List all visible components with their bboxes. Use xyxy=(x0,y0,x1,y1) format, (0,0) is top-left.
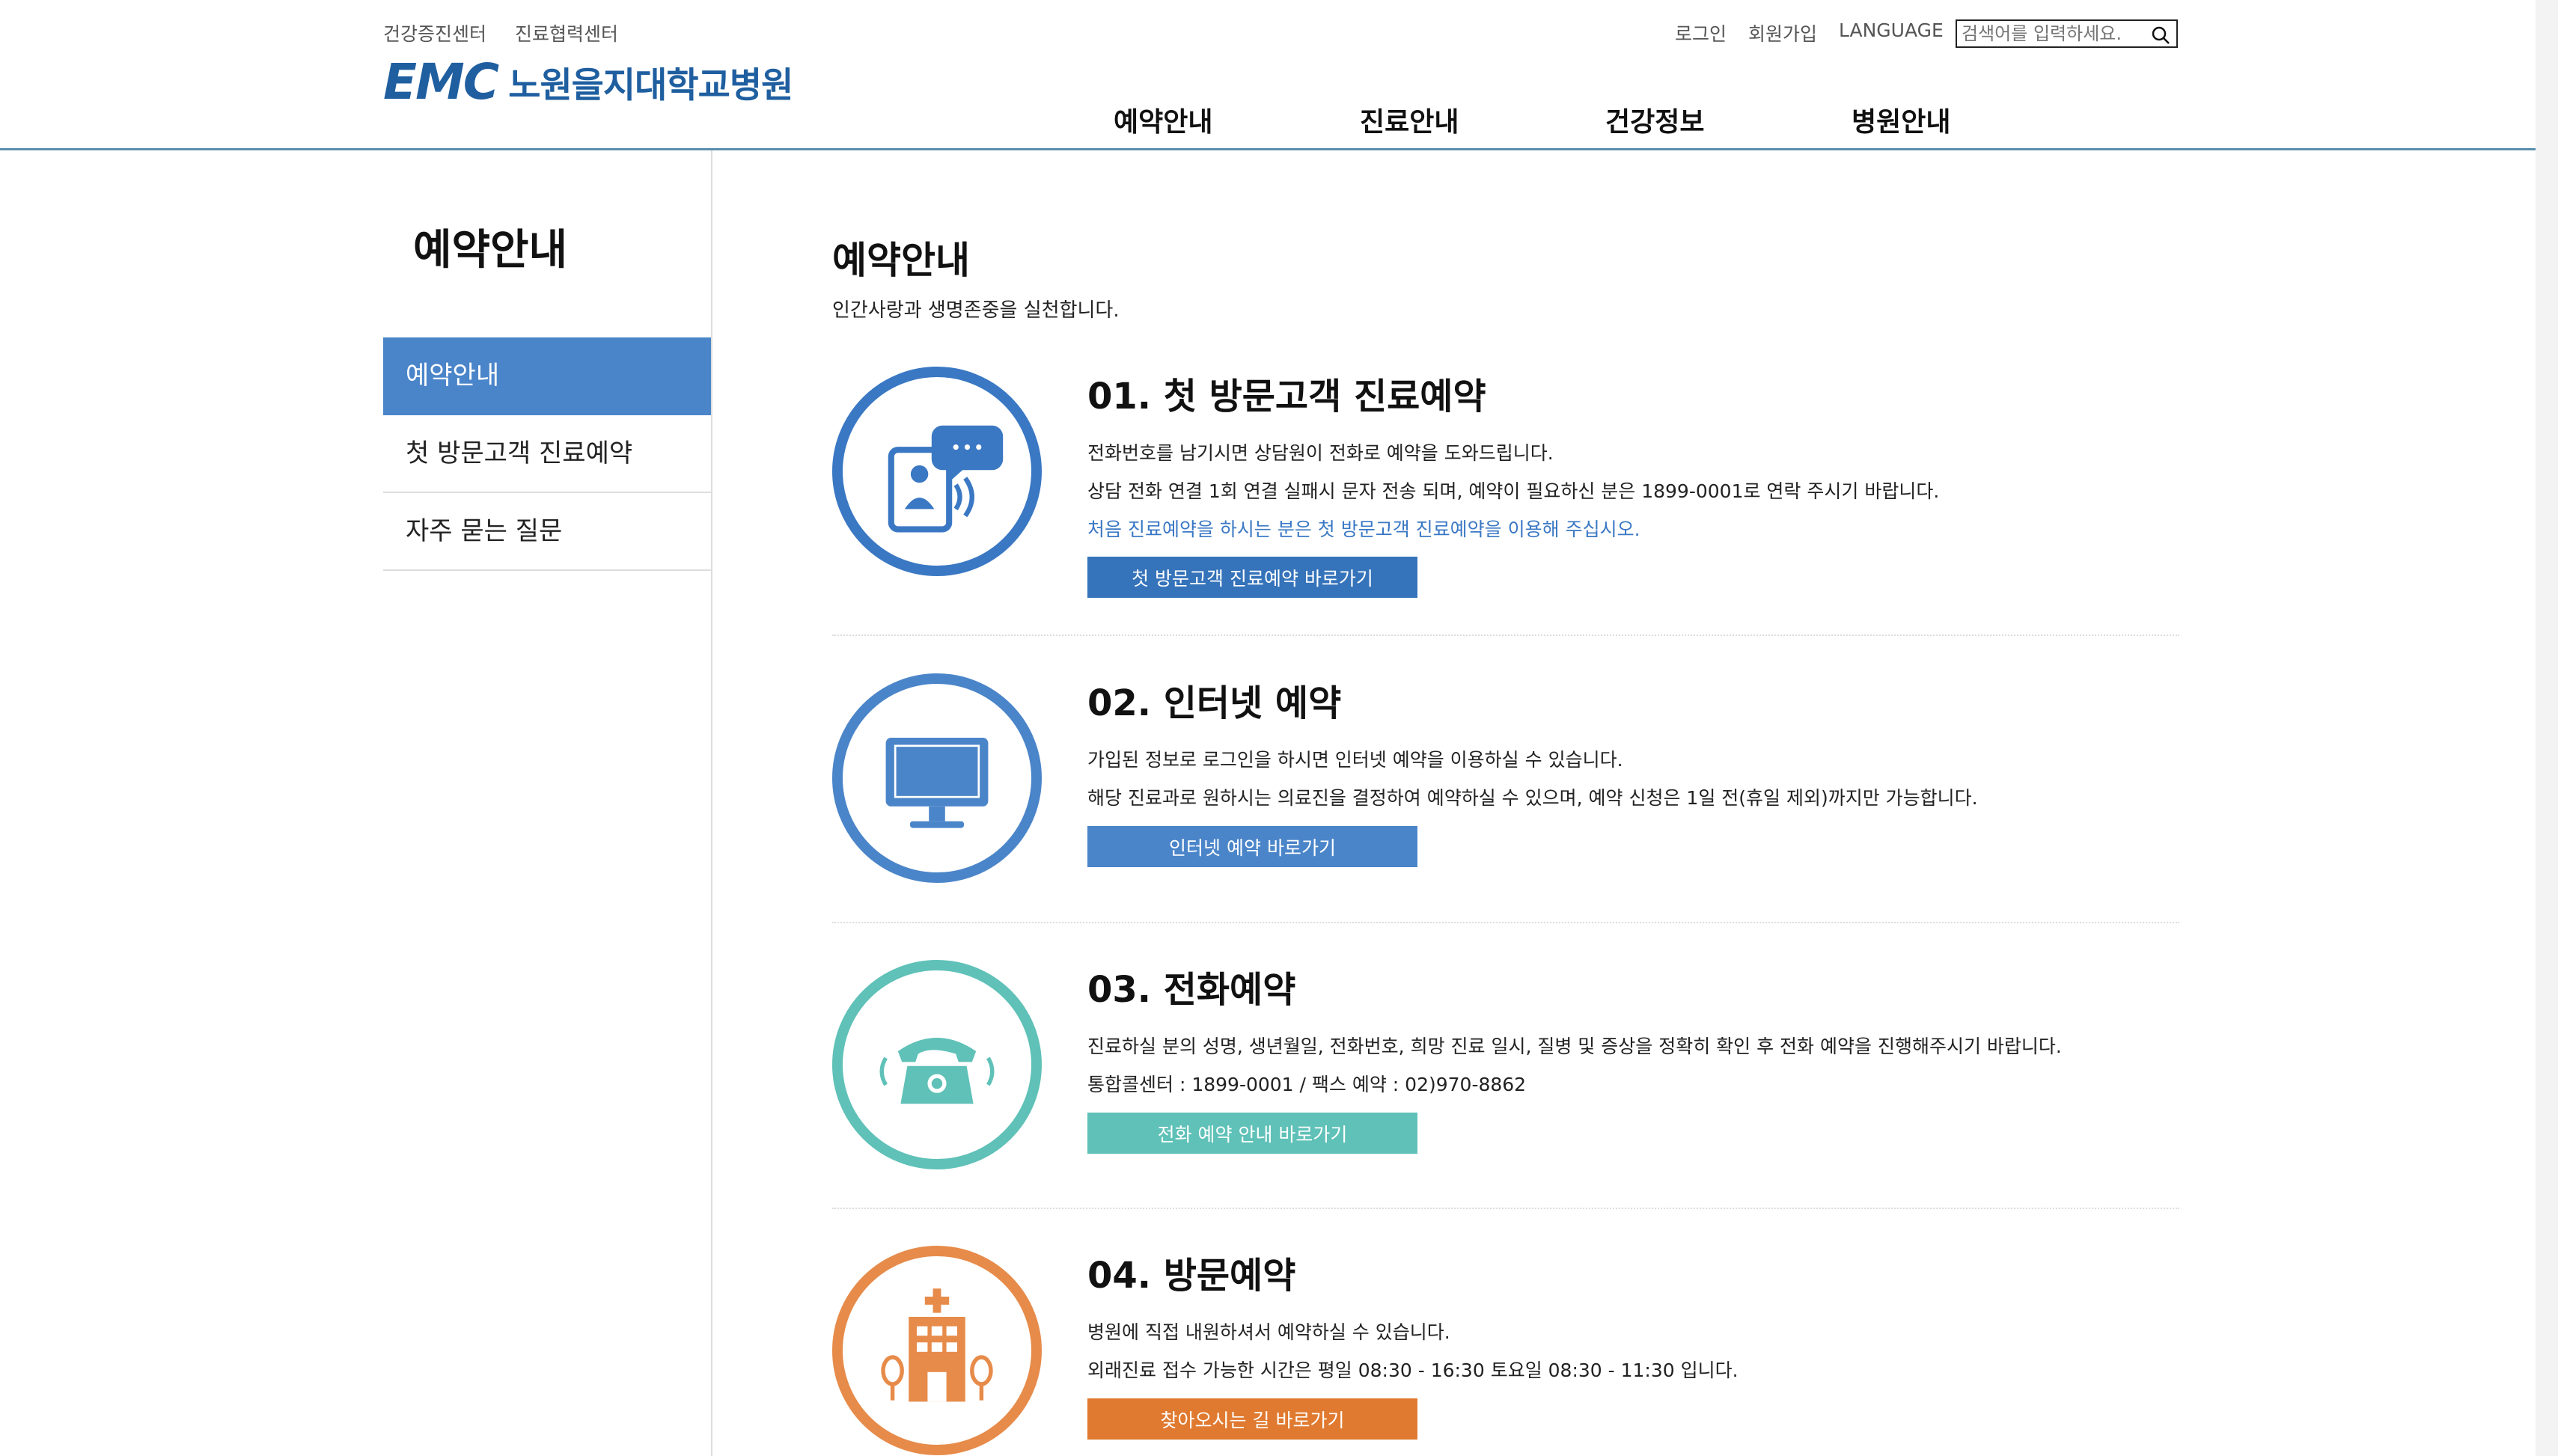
section-text: 해당 진료과로 원하시는 의료진을 결정하여 예약하실 수 있으며, 예약 신청… xyxy=(1087,787,1978,809)
top-link-login[interactable]: 로그인 xyxy=(1675,19,1727,46)
section-divider xyxy=(832,634,2179,636)
section-text: 가입된 정보로 로그인을 하시면 인터넷 예약을 이용하실 수 있습니다. xyxy=(1087,749,1623,771)
section-divider xyxy=(832,1208,2179,1209)
top-link-join[interactable]: 회원가입 xyxy=(1748,19,1817,46)
gnb-treatment[interactable]: 진료안내 xyxy=(1360,100,1459,139)
sidebar-item-first-visit[interactable]: 첫 방문고객 진료예약 xyxy=(383,415,711,493)
visit-icon-ring xyxy=(832,1246,1042,1455)
sidebar-title: 예약안내 xyxy=(413,226,568,275)
sidebar-item-faq[interactable]: 자주 묻는 질문 xyxy=(383,493,711,571)
hospital-building-icon xyxy=(881,1288,993,1402)
telephone-icon xyxy=(879,1038,995,1104)
sidebar-item-reservation[interactable]: 예약안내 xyxy=(383,337,711,415)
search-input[interactable] xyxy=(1957,21,2146,46)
section-divider xyxy=(832,922,2179,923)
section-heading: 03. 전화예약 xyxy=(1087,969,1296,1011)
top-link-cooperation-center[interactable]: 진료협력센터 xyxy=(515,19,618,46)
internet-icon-ring xyxy=(832,673,1042,883)
sidebar: 예약안내 예약안내 첫 방문고객 진료예약 자주 묻는 질문 xyxy=(383,150,712,1456)
phone-reservation-button[interactable]: 전화 예약 안내 바로가기 xyxy=(1087,1113,1417,1154)
top-link-language[interactable]: LANGUAGE xyxy=(1839,19,1944,41)
internet-reservation-button[interactable]: 인터넷 예약 바로가기 xyxy=(1087,826,1417,867)
search-icon[interactable] xyxy=(2151,25,2170,45)
gnb-hospital-info[interactable]: 병원안내 xyxy=(1852,100,1950,139)
section-text: 전화번호를 남기시면 상담원이 전화로 예약을 도와드립니다. xyxy=(1087,442,1554,464)
page-title: 예약안내 xyxy=(832,239,970,282)
section-text: 통합콜센터 : 1899-0001 / 팩스 예약 : 02)970-8862 xyxy=(1087,1074,1527,1095)
page-scrollbar[interactable] xyxy=(2536,0,2558,1456)
gnb-health-info[interactable]: 건강정보 xyxy=(1605,100,1704,139)
section-text: 진료하실 분의 성명, 생년월일, 전화번호, 희망 진료 일시, 질병 및 증… xyxy=(1087,1036,2062,1057)
section-heading: 04. 방문예약 xyxy=(1087,1255,1296,1297)
mobile-call-icon xyxy=(888,425,1004,533)
monitor-icon xyxy=(885,738,989,828)
section-heading: 01. 첫 방문고객 진료예약 xyxy=(1087,376,1486,417)
sidebar-menu: 예약안내 첫 방문고객 진료예약 자주 묻는 질문 xyxy=(383,337,711,571)
section-note: 처음 진료예약을 하시는 분은 첫 방문고객 진료예약을 이용해 주십시오. xyxy=(1087,519,1640,540)
phone-icon-ring xyxy=(832,960,1042,1169)
site-header: 건강증진센터 진료협력센터 로그인 회원가입 LANGUAGE EMC 노원을지… xyxy=(0,0,2558,150)
section-text: 병원에 직접 내원하셔서 예약하실 수 있습니다. xyxy=(1087,1321,1450,1343)
section-heading: 02. 인터넷 예약 xyxy=(1087,682,1342,724)
search-box xyxy=(1956,19,2178,48)
reservation-section-phone: 03. 전화예약 진료하실 분의 성명, 생년월일, 전화번호, 희망 진료 일… xyxy=(832,960,2179,1177)
section-text: 외래진료 접수 가능한 시간은 평일 08:30 - 16:30 토요일 08:… xyxy=(1087,1359,1739,1381)
reservation-section-internet: 02. 인터넷 예약 가입된 정보로 로그인을 하시면 인터넷 예약을 이용하실… xyxy=(832,673,2179,890)
reservation-section-first-visit: 01. 첫 방문고객 진료예약 전화번호를 남기시면 상담원이 전화로 예약을 … xyxy=(832,367,2179,606)
top-link-health-center[interactable]: 건강증진센터 xyxy=(383,19,486,46)
logo-name: 노원을지대학교병원 xyxy=(508,64,793,106)
logo-mark: EMC xyxy=(383,52,499,111)
first-visit-icon-ring xyxy=(832,367,1042,576)
gnb-reservation[interactable]: 예약안내 xyxy=(1114,100,1212,139)
hospital-logo[interactable]: EMC 노원을지대학교병원 xyxy=(383,52,793,111)
first-visit-reservation-button[interactable]: 첫 방문고객 진료예약 바로가기 xyxy=(1087,557,1417,598)
page-subtitle: 인간사랑과 생명존중을 실천합니다. xyxy=(832,299,1120,322)
reservation-section-visit: 04. 방문예약 병원에 직접 내원하셔서 예약하실 수 있습니다. 외래진료 … xyxy=(832,1246,2179,1456)
section-text: 상담 전화 연결 1회 연결 실패시 문자 전송 되며, 예약이 필요하신 분은… xyxy=(1087,480,1940,502)
directions-button[interactable]: 찾아오시는 길 바로가기 xyxy=(1087,1398,1417,1440)
